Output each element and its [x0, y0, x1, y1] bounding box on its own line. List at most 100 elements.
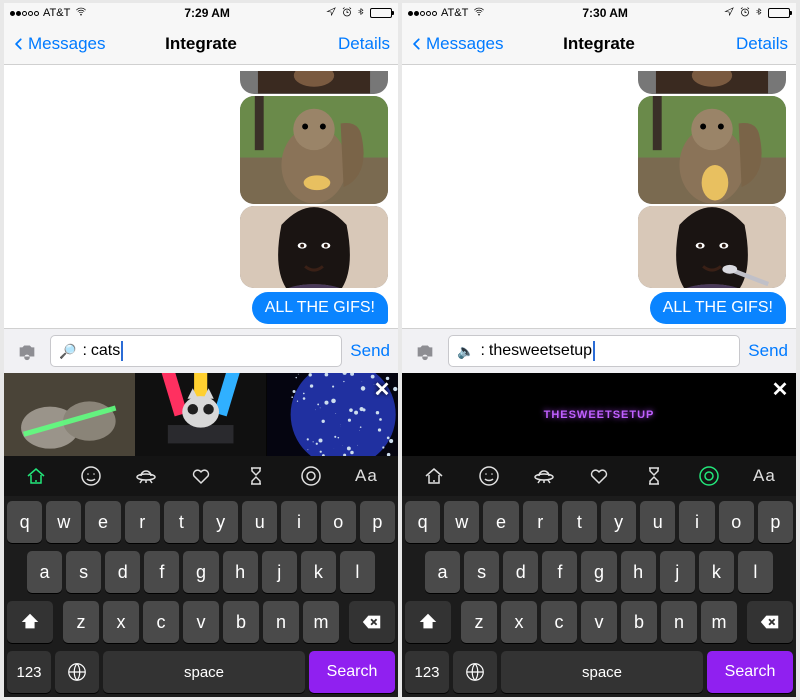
key-s[interactable]: s [66, 551, 101, 593]
key-g[interactable]: g [581, 551, 616, 593]
key-z[interactable]: z [461, 601, 497, 643]
message-bubble[interactable]: ALL THE GIFS! [252, 292, 388, 324]
category-4[interactable] [638, 460, 670, 492]
message-image-1[interactable] [240, 96, 388, 204]
category-text[interactable]: Aa [748, 460, 780, 492]
key-u[interactable]: u [242, 501, 277, 543]
message-image-2[interactable] [240, 206, 388, 288]
numeric-key[interactable]: 123 [405, 651, 449, 693]
key-r[interactable]: r [125, 501, 160, 543]
key-b[interactable]: b [621, 601, 657, 643]
key-z[interactable]: z [63, 601, 99, 643]
message-image-2[interactable] [638, 206, 786, 288]
key-j[interactable]: j [660, 551, 695, 593]
key-n[interactable]: n [661, 601, 697, 643]
key-g[interactable]: g [183, 551, 218, 593]
globe-key[interactable] [55, 651, 99, 693]
key-v[interactable]: v [183, 601, 219, 643]
key-a[interactable]: a [27, 551, 62, 593]
key-e[interactable]: e [483, 501, 518, 543]
key-a[interactable]: a [425, 551, 460, 593]
search-key[interactable]: Search [707, 651, 793, 693]
key-i[interactable]: i [679, 501, 714, 543]
key-s[interactable]: s [464, 551, 499, 593]
key-x[interactable]: x [501, 601, 537, 643]
category-5[interactable] [295, 460, 327, 492]
key-b[interactable]: b [223, 601, 259, 643]
key-j[interactable]: j [262, 551, 297, 593]
details-button[interactable]: Details [736, 34, 788, 54]
key-i[interactable]: i [281, 501, 316, 543]
key-y[interactable]: y [203, 501, 238, 543]
key-y[interactable]: y [601, 501, 636, 543]
category-0[interactable] [418, 460, 450, 492]
key-m[interactable]: m [303, 601, 339, 643]
category-2[interactable] [130, 460, 162, 492]
details-button[interactable]: Details [338, 34, 390, 54]
key-w[interactable]: w [46, 501, 81, 543]
key-p[interactable]: p [360, 501, 395, 543]
back-button[interactable]: Messages [410, 33, 503, 55]
category-5[interactable] [693, 460, 725, 492]
key-k[interactable]: k [301, 551, 336, 593]
key-d[interactable]: d [503, 551, 538, 593]
backspace-key[interactable] [349, 601, 395, 643]
key-q[interactable]: q [7, 501, 42, 543]
key-x[interactable]: x [103, 601, 139, 643]
key-c[interactable]: c [541, 601, 577, 643]
space-key[interactable]: space [103, 651, 305, 693]
category-3[interactable] [185, 460, 217, 492]
camera-button[interactable] [12, 336, 42, 366]
key-f[interactable]: f [542, 551, 577, 593]
close-icon[interactable]: ✕ [768, 377, 792, 401]
key-h[interactable]: h [621, 551, 656, 593]
conversation[interactable]: ALL THE GIFS! [402, 65, 796, 328]
message-input[interactable]: 🔎: cats [50, 335, 342, 367]
category-3[interactable] [583, 460, 615, 492]
key-l[interactable]: l [340, 551, 375, 593]
category-1[interactable] [473, 460, 505, 492]
key-d[interactable]: d [105, 551, 140, 593]
key-f[interactable]: f [144, 551, 179, 593]
back-button[interactable]: Messages [12, 33, 105, 55]
search-key[interactable]: Search [309, 651, 395, 693]
message-image-0[interactable] [638, 71, 786, 93]
key-h[interactable]: h [223, 551, 258, 593]
message-input[interactable]: 🔈: thesweetsetup [448, 335, 740, 367]
category-text[interactable]: Aa [350, 460, 382, 492]
key-u[interactable]: u [640, 501, 675, 543]
space-key[interactable]: space [501, 651, 703, 693]
key-e[interactable]: e [85, 501, 120, 543]
key-t[interactable]: t [164, 501, 199, 543]
category-4[interactable] [240, 460, 272, 492]
key-v[interactable]: v [581, 601, 617, 643]
key-k[interactable]: k [699, 551, 734, 593]
key-o[interactable]: o [321, 501, 356, 543]
camera-button[interactable] [410, 336, 440, 366]
send-button[interactable]: Send [748, 341, 788, 361]
shift-key[interactable] [405, 601, 451, 643]
key-r[interactable]: r [523, 501, 558, 543]
message-bubble[interactable]: ALL THE GIFS! [650, 292, 786, 324]
globe-key[interactable] [453, 651, 497, 693]
backspace-key[interactable] [747, 601, 793, 643]
close-icon[interactable]: ✕ [370, 377, 394, 401]
send-button[interactable]: Send [350, 341, 390, 361]
gif-result-0[interactable] [4, 373, 135, 456]
category-2[interactable] [528, 460, 560, 492]
numeric-key[interactable]: 123 [7, 651, 51, 693]
message-image-1[interactable] [638, 96, 786, 204]
key-n[interactable]: n [263, 601, 299, 643]
conversation[interactable]: ALL THE GIFS! [4, 65, 398, 328]
key-q[interactable]: q [405, 501, 440, 543]
message-image-0[interactable] [240, 71, 388, 93]
key-c[interactable]: c [143, 601, 179, 643]
key-w[interactable]: w [444, 501, 479, 543]
category-0[interactable] [20, 460, 52, 492]
key-l[interactable]: l [738, 551, 773, 593]
category-1[interactable] [75, 460, 107, 492]
gif-result-1[interactable] [135, 373, 266, 456]
key-o[interactable]: o [719, 501, 754, 543]
key-m[interactable]: m [701, 601, 737, 643]
key-t[interactable]: t [562, 501, 597, 543]
